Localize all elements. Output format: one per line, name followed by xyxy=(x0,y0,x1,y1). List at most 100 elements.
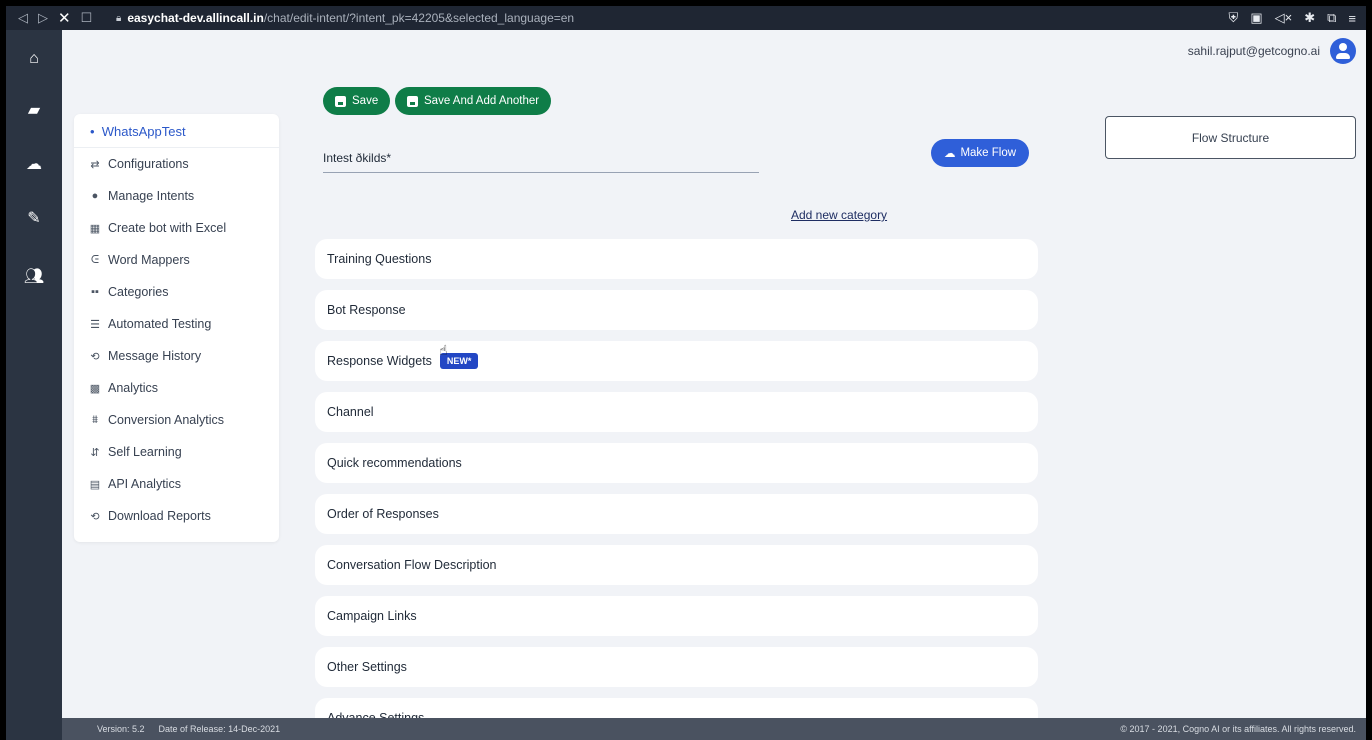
section-label: Other Settings xyxy=(327,660,407,674)
menu-item-label: Analytics xyxy=(108,381,159,395)
menu-item-create-bot-excel[interactable]: ▦ Create bot with Excel xyxy=(74,212,279,244)
section-label: Channel xyxy=(327,405,374,419)
intent-name-label: Intest ðkilds* xyxy=(323,151,391,165)
sliders-icon: ⇄ xyxy=(90,158,100,171)
puzzle-icon[interactable]: ✱ xyxy=(1304,10,1315,26)
avatar[interactable] xyxy=(1330,38,1356,64)
bot-name-label: WhatsAppTest xyxy=(101,124,186,139)
conversion-icon: ⩩ xyxy=(92,413,98,426)
section-quick-recommendations[interactable]: Quick recommendations xyxy=(315,443,1038,483)
browser-nav: ◁ ▷ ✕ ☐ xyxy=(6,9,116,27)
section-label: Conversation Flow Description xyxy=(327,558,497,572)
footer: Version: 5.2 Date of Release: 14-Dec-202… xyxy=(62,718,1366,740)
flow-structure-label: Flow Structure xyxy=(1191,130,1270,145)
section-label: Order of Responses xyxy=(327,507,439,521)
cloud-upload-icon: ☁ xyxy=(943,148,956,160)
menu-item-automated-testing[interactable]: ☰ Automated Testing xyxy=(74,308,279,340)
menu-item-label: Configurations xyxy=(108,157,189,171)
analytics-icon: ▩ xyxy=(89,382,101,395)
menu-item-word-mappers[interactable]: ᕮ Word Mappers xyxy=(74,244,279,276)
intent-name-label-text: Intest ðkilds xyxy=(323,151,387,165)
make-flow-button[interactable]: ☁ Make Flow xyxy=(931,139,1029,167)
download-history-icon: ⟲ xyxy=(90,510,100,523)
section-campaign-links[interactable]: Campaign Links xyxy=(315,596,1038,636)
bot-name[interactable]: • WhatsAppTest xyxy=(74,114,279,148)
shield-icon[interactable]: ⛨ xyxy=(1229,10,1239,26)
menu-item-label: API Analytics xyxy=(108,477,181,491)
menu-item-label: Categories xyxy=(108,285,169,299)
left-rail: ⌂ ▰ ☁ ✎ 👥︎ xyxy=(6,30,62,740)
api-icon: ▤ xyxy=(89,478,101,491)
users-icon[interactable]: 👥︎ xyxy=(6,266,62,286)
menu-item-label: Download Reports xyxy=(108,509,211,523)
save-button[interactable]: Save xyxy=(323,87,391,115)
section-channel[interactable]: Channel xyxy=(315,392,1038,432)
url-path: /chat/edit-intent/?intent_pk=42205&selec… xyxy=(263,11,575,25)
app-window: ◁ ▷ ✕ ☐ 🔒︎ easychat-dev.allincall.in/cha… xyxy=(6,6,1366,740)
make-flow-label: Make Flow xyxy=(960,147,1017,159)
self-learning-icon: ⇵ xyxy=(90,446,100,459)
flow-structure-panel[interactable]: Flow Structure xyxy=(1105,116,1356,159)
browser-extensions: ⛨ ▣ ◁× ✱ ⧉ ≡ xyxy=(1229,6,1356,30)
intent-sections: Training Questions Bot Response Response… xyxy=(315,239,1038,740)
menu-item-api-analytics[interactable]: ▤ API Analytics xyxy=(74,468,279,500)
menu-item-conversion-analytics[interactable]: ⩩ Conversion Analytics xyxy=(74,404,279,436)
cloud-upload-icon[interactable]: ☁ xyxy=(6,154,62,174)
section-order-of-responses[interactable]: Order of Responses xyxy=(315,494,1038,534)
browser-bar: ◁ ▷ ✕ ☐ 🔒︎ easychat-dev.allincall.in/cha… xyxy=(6,6,1366,30)
extension-icon[interactable]: ▣ xyxy=(1250,10,1262,26)
save-and-add-another-button[interactable]: Save And Add Another xyxy=(395,87,552,115)
bookmark-icon[interactable]: ☐ xyxy=(81,10,93,26)
menu-item-label: Manage Intents xyxy=(108,189,195,203)
mute-icon[interactable]: ◁× xyxy=(1275,10,1293,26)
url-host: easychat-dev.allincall.in xyxy=(127,11,264,25)
save-add-button-label: Save And Add Another xyxy=(424,95,540,107)
menu-item-manage-intents[interactable]: ● Manage Intents xyxy=(74,180,279,212)
save-button-label: Save xyxy=(352,95,379,107)
chat-icon: ● xyxy=(91,190,99,202)
edit-icon[interactable]: ✎ xyxy=(6,208,62,228)
menu-item-self-learning[interactable]: ⇵ Self Learning xyxy=(74,436,279,468)
forward-icon[interactable]: ▷ xyxy=(38,10,48,26)
section-label: Bot Response xyxy=(327,303,406,317)
section-response-widgets[interactable]: Response Widgets NEW* xyxy=(315,341,1038,381)
menu-item-download-reports[interactable]: ⟲ Download Reports xyxy=(74,500,279,532)
menu-item-analytics[interactable]: ▩ Analytics xyxy=(74,372,279,404)
address-bar[interactable]: 🔒︎ easychat-dev.allincall.in/chat/edit-i… xyxy=(116,11,574,25)
add-new-category-link[interactable]: Add new category xyxy=(791,208,887,222)
close-icon[interactable]: ✕ xyxy=(58,9,71,27)
menu-item-configurations[interactable]: ⇄ Configurations xyxy=(74,148,279,180)
menu-item-label: Automated Testing xyxy=(108,317,212,331)
grid-icon: ▪▪ xyxy=(91,286,99,298)
menu-item-categories[interactable]: ▪▪ Categories xyxy=(74,276,279,308)
spreadsheet-icon: ▦ xyxy=(89,222,101,235)
menu-item-label: Message History xyxy=(108,349,202,363)
section-label: Campaign Links xyxy=(327,609,417,623)
pointer-cursor-icon: ☝︎ xyxy=(439,342,448,358)
section-bot-response[interactable]: Bot Response xyxy=(315,290,1038,330)
menu-icon[interactable]: ≡ xyxy=(1348,11,1356,26)
release-date-text: Date of Release: 14-Dec-2021 xyxy=(158,724,281,734)
home-icon[interactable]: ⌂ xyxy=(6,50,62,68)
menu-item-label: Create bot with Excel xyxy=(108,221,227,235)
back-icon[interactable]: ◁ xyxy=(18,10,28,26)
section-training-questions[interactable]: Training Questions xyxy=(315,239,1038,279)
required-mark: * xyxy=(386,151,392,165)
section-conversation-flow-description[interactable]: Conversation Flow Description xyxy=(315,545,1038,585)
bot-menu: • WhatsAppTest ⇄ Configurations ● Manage I… xyxy=(74,114,279,542)
save-icon xyxy=(407,95,418,107)
menu-item-label: Word Mappers xyxy=(108,253,190,267)
menu-item-message-history[interactable]: ⟲ Message History xyxy=(74,340,279,372)
window-icon[interactable]: ⧉ xyxy=(1327,10,1336,26)
user-header: sahil.rajput@getcogno.ai xyxy=(1188,38,1356,64)
android-icon[interactable]: ▰ xyxy=(6,100,62,120)
word-mapper-icon: ᕮ xyxy=(90,253,100,266)
section-label: Response Widgets xyxy=(327,354,432,368)
intent-name-field[interactable]: Intest ðkilds* xyxy=(323,141,759,173)
section-other-settings[interactable]: Other Settings xyxy=(315,647,1038,687)
lock-icon: 🔒︎ xyxy=(116,12,122,24)
user-email: sahil.rajput@getcogno.ai xyxy=(1187,44,1320,58)
history-icon: ⟲ xyxy=(90,350,100,363)
menu-item-label: Conversion Analytics xyxy=(108,413,225,427)
section-label: Training Questions xyxy=(327,252,432,266)
